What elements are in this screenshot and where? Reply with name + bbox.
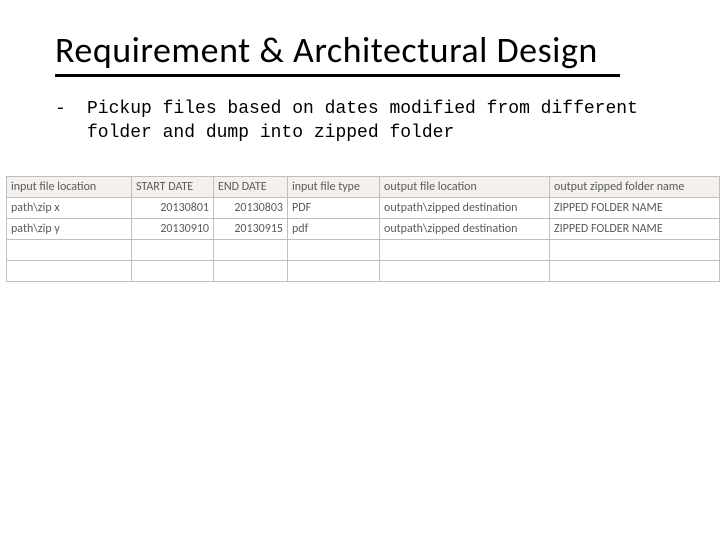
cell: [214, 260, 288, 281]
spreadsheet-table: input file location START DATE END DATE …: [6, 176, 720, 282]
cell: pdf: [288, 218, 380, 239]
cell: [7, 239, 132, 260]
col-input-location: input file location: [7, 176, 132, 197]
title-underline: [55, 74, 620, 77]
bullet-text: Pickup files based on dates modified fro…: [87, 97, 680, 146]
cell: [380, 239, 550, 260]
bullet-item: - Pickup files based on dates modified f…: [55, 97, 680, 146]
table-row: [7, 239, 720, 260]
table-row: [7, 260, 720, 281]
cell: [380, 260, 550, 281]
col-start-date: START DATE: [132, 176, 214, 197]
col-output-location: output file location: [380, 176, 550, 197]
cell: ZIPPED FOLDER NAME: [550, 197, 720, 218]
cell: path\zip y: [7, 218, 132, 239]
spreadsheet-table-wrap: input file location START DATE END DATE …: [0, 176, 720, 282]
cell: 20130915: [214, 218, 288, 239]
cell: [7, 260, 132, 281]
col-input-type: input file type: [288, 176, 380, 197]
table-row: path\zip y 20130910 20130915 pdf outpath…: [7, 218, 720, 239]
slide-title: Requirement & Architectural Design: [55, 28, 680, 72]
cell: [132, 239, 214, 260]
cell: outpath\zipped destination: [380, 218, 550, 239]
cell: 20130801: [132, 197, 214, 218]
table-header-row: input file location START DATE END DATE …: [7, 176, 720, 197]
cell: outpath\zipped destination: [380, 197, 550, 218]
bullet-marker: -: [55, 97, 87, 121]
cell: [132, 260, 214, 281]
cell: [550, 260, 720, 281]
cell: [288, 260, 380, 281]
cell: [288, 239, 380, 260]
cell: 20130803: [214, 197, 288, 218]
col-end-date: END DATE: [214, 176, 288, 197]
cell: [550, 239, 720, 260]
cell: PDF: [288, 197, 380, 218]
cell: 20130910: [132, 218, 214, 239]
cell: [214, 239, 288, 260]
table-row: path\zip x 20130801 20130803 PDF outpath…: [7, 197, 720, 218]
col-output-zip-name: output zipped folder name: [550, 176, 720, 197]
cell: ZIPPED FOLDER NAME: [550, 218, 720, 239]
cell: path\zip x: [7, 197, 132, 218]
